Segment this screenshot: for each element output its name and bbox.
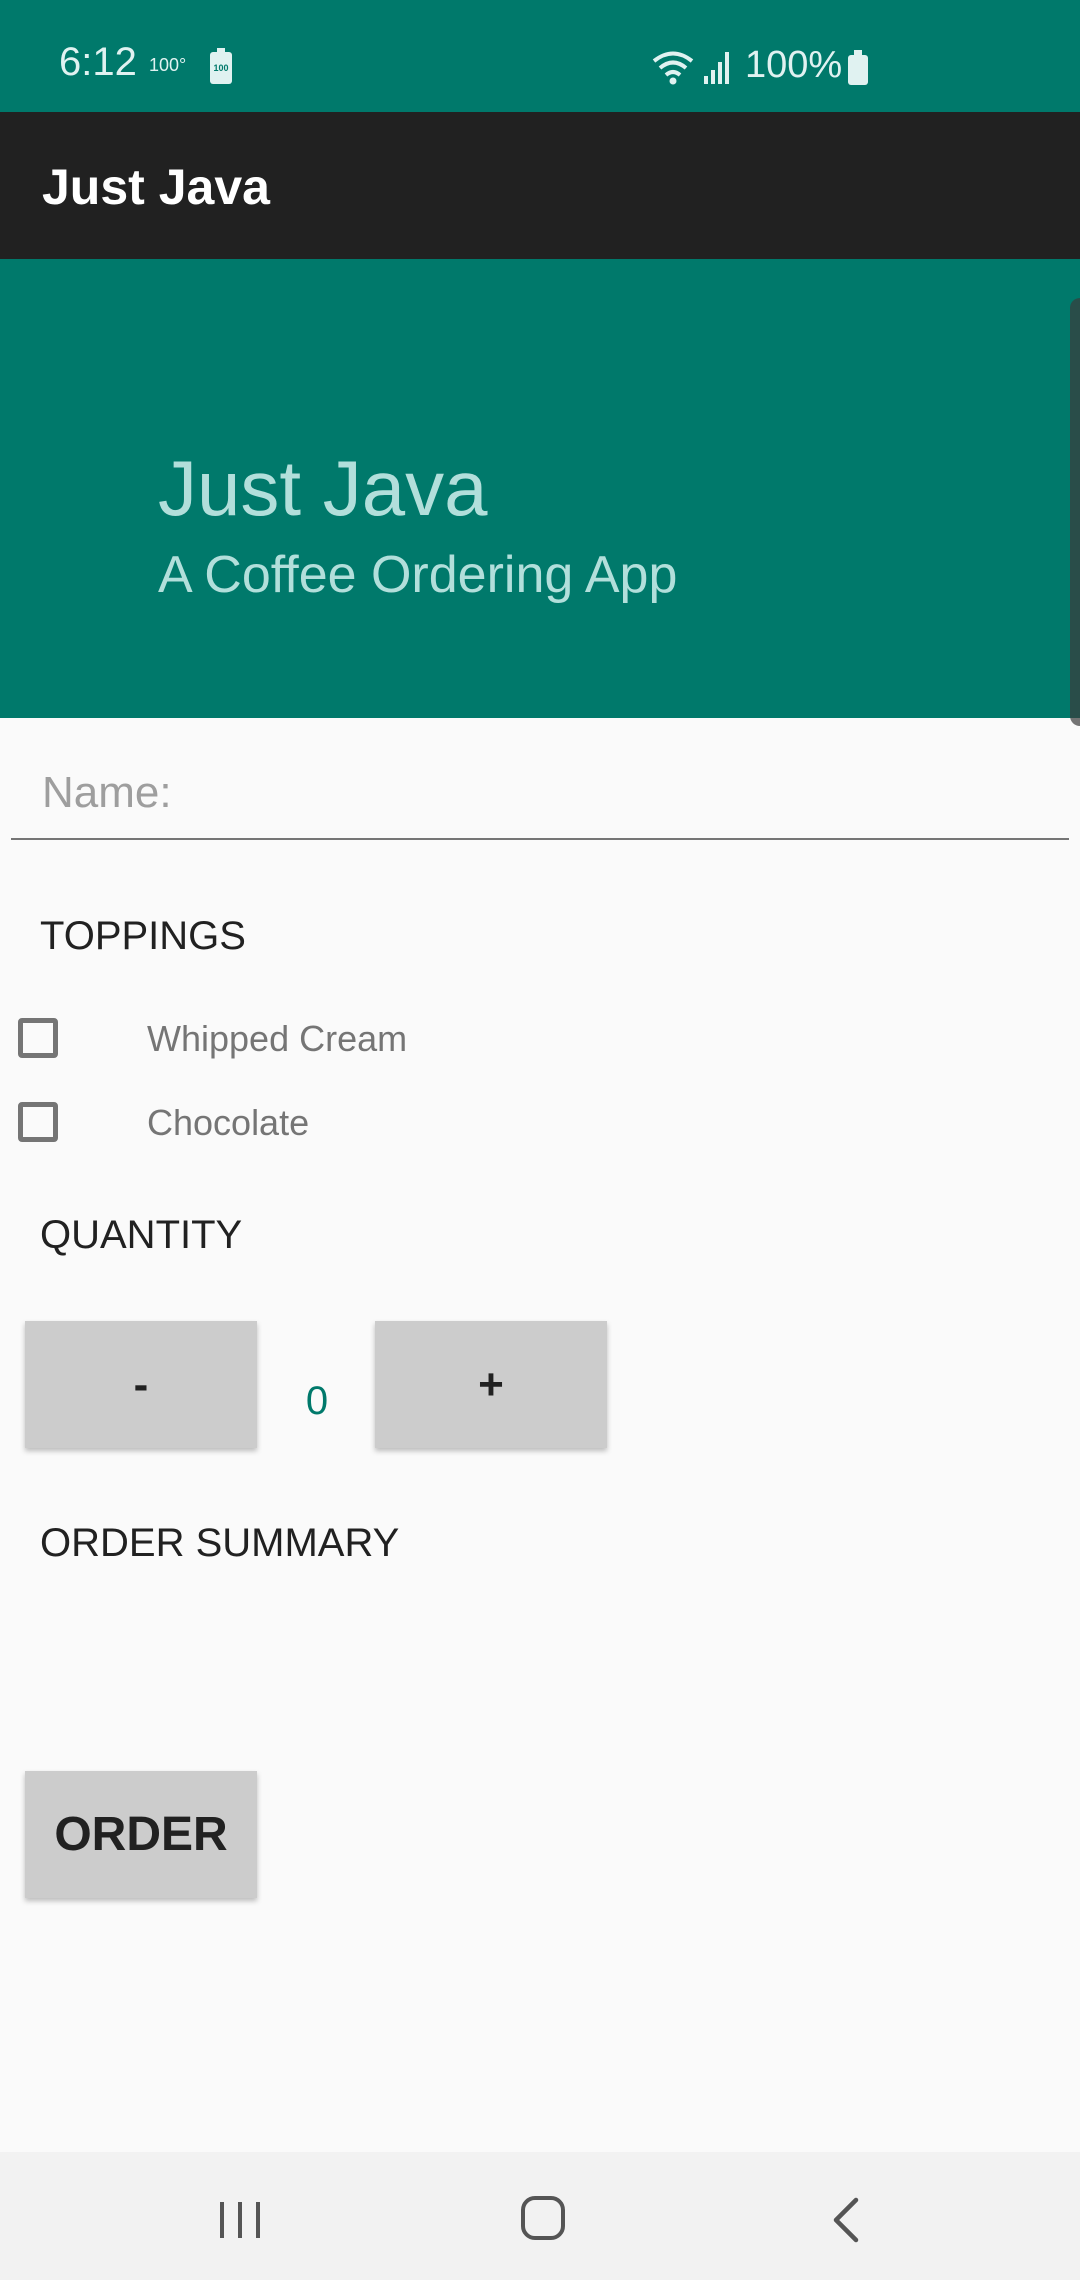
home-icon[interactable] — [519, 2194, 567, 2242]
order-button[interactable]: ORDER — [25, 1771, 257, 1898]
header-subtitle: A Coffee Ordering App — [158, 546, 678, 604]
quantity-value: 0 — [305, 1379, 329, 1423]
header-banner: Just Java A Coffee Ordering App — [0, 259, 1080, 718]
whipped-cream-checkbox[interactable] — [18, 1018, 58, 1058]
battery-percent: 100% — [745, 44, 843, 86]
whipped-cream-label[interactable]: Whipped Cream — [147, 1021, 407, 1057]
scroll-indicator[interactable] — [1070, 298, 1080, 726]
chocolate-checkbox-row[interactable]: Chocolate — [0, 1089, 600, 1159]
decrement-button[interactable]: - — [25, 1321, 257, 1448]
status-temperature: 100° — [149, 55, 187, 75]
app-bar: Just Java — [0, 112, 1080, 259]
status-time: 6:12 — [59, 40, 137, 84]
header-title: Just Java — [158, 444, 488, 532]
battery-icon — [848, 50, 868, 85]
increment-button[interactable]: + — [375, 1321, 607, 1448]
screen: 6:12 100° 100 100% Just Java Just Java A… — [0, 0, 1080, 2280]
app-title: Just Java — [42, 159, 270, 215]
chocolate-checkbox[interactable] — [18, 1102, 58, 1142]
battery-notification-icon: 100 — [210, 48, 232, 84]
whipped-cream-checkbox-row[interactable]: Whipped Cream — [0, 1005, 600, 1075]
order-summary-label: ORDER SUMMARY — [40, 1521, 400, 1565]
name-input[interactable] — [11, 748, 1069, 840]
wifi-icon — [652, 51, 694, 85]
quantity-label: QUANTITY — [40, 1213, 243, 1257]
recent-apps-icon[interactable] — [218, 2200, 262, 2240]
navigation-bar — [0, 2152, 1080, 2280]
status-bar: 6:12 100° 100 100% — [0, 0, 1080, 112]
chocolate-label[interactable]: Chocolate — [147, 1105, 309, 1141]
toppings-label: TOPPINGS — [40, 914, 246, 958]
signal-icon — [704, 52, 729, 84]
back-icon[interactable] — [826, 2196, 866, 2244]
